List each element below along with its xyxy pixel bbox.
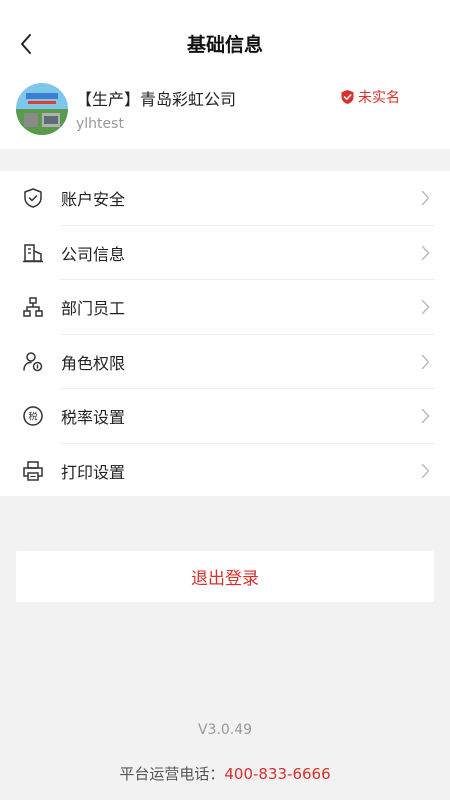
verify-status-badge[interactable]: 未实名 xyxy=(340,87,400,107)
menu-item-tax-settings[interactable]: 税 税率设置 xyxy=(0,389,450,444)
menu-item-role-permission[interactable]: 角色权限 xyxy=(0,335,450,390)
header: 基础信息 xyxy=(0,0,450,84)
user-id: ylhtest xyxy=(76,116,124,132)
settings-menu: 账户安全 公司信息 部门员工 角色权限 税 税率设置 打印设置 xyxy=(0,171,450,496)
verify-status-label: 未实名 xyxy=(358,90,400,106)
svg-text:税: 税 xyxy=(28,411,37,423)
tax-icon: 税 xyxy=(21,404,45,428)
shield-check-icon xyxy=(341,90,354,104)
avatar xyxy=(16,83,68,135)
chevron-right-icon xyxy=(421,190,430,206)
menu-item-account-security[interactable]: 账户安全 xyxy=(0,171,450,226)
company-name: 【生产】青岛彩虹公司 xyxy=(76,90,237,109)
menu-item-department-staff[interactable]: 部门员工 xyxy=(0,280,450,335)
menu-item-label: 部门员工 xyxy=(61,299,126,319)
app-version: V3.0.49 xyxy=(197,722,253,738)
menu-item-label: 公司信息 xyxy=(61,244,126,264)
chevron-right-icon xyxy=(421,408,430,424)
menu-item-label: 打印设置 xyxy=(61,462,126,482)
chevron-right-icon xyxy=(421,245,430,261)
support-hotline: 平台运营电话：400-833-6666 xyxy=(0,763,450,784)
menu-item-print-settings[interactable]: 打印设置 xyxy=(0,444,450,499)
user-key-icon xyxy=(21,350,45,374)
chevron-right-icon xyxy=(421,463,430,479)
printer-icon xyxy=(21,459,45,483)
building-icon xyxy=(21,241,45,265)
chevron-right-icon xyxy=(421,299,430,315)
shield-icon xyxy=(21,186,45,210)
menu-item-label: 账户安全 xyxy=(61,190,126,210)
menu-item-label: 角色权限 xyxy=(61,353,126,373)
hotline-number[interactable]: 400-833-6666 xyxy=(224,765,330,783)
page-title: 基础信息 xyxy=(186,34,263,56)
menu-item-label: 税率设置 xyxy=(61,408,126,428)
org-chart-icon xyxy=(21,295,45,319)
logout-button[interactable]: 退出登录 xyxy=(16,551,434,602)
profile-card[interactable]: 【生产】青岛彩虹公司 ylhtest 未实名 xyxy=(0,74,450,149)
chevron-right-icon xyxy=(421,354,430,370)
menu-item-company-info[interactable]: 公司信息 xyxy=(0,226,450,281)
hotline-label: 平台运营电话： xyxy=(119,765,225,783)
